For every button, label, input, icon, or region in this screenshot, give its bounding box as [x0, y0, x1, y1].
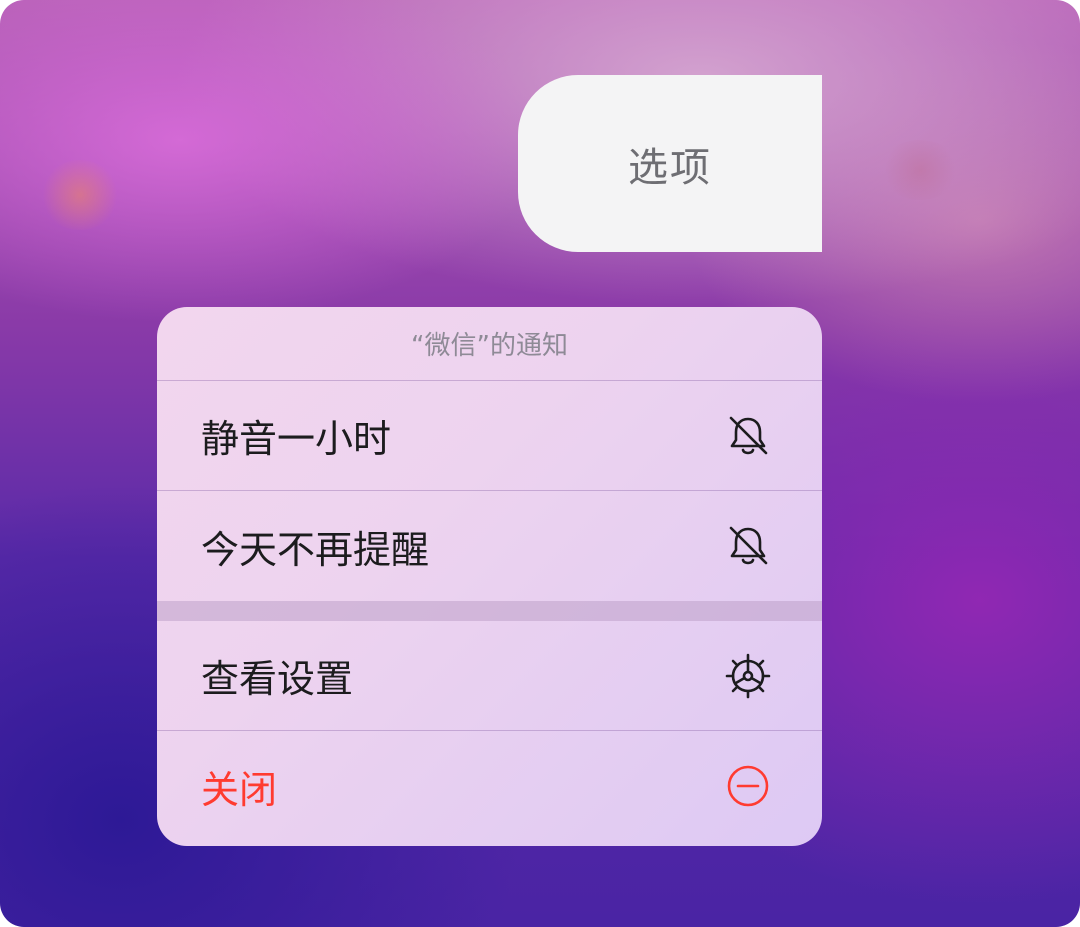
wallpaper-background: 选项 “微信”的通知 静音一小时 今天不再提醒 查看设置 关闭	[0, 0, 1080, 927]
menu-item-label: 关闭	[201, 767, 278, 812]
gear-icon	[724, 652, 772, 700]
notification-context-menu: “微信”的通知 静音一小时 今天不再提醒 查看设置 关闭	[157, 307, 822, 846]
menu-item-label: 静音一小时	[201, 417, 392, 461]
blurred-app-icon	[40, 160, 120, 230]
view-settings-item[interactable]: 查看设置	[157, 621, 822, 731]
bell-slash-icon	[724, 522, 772, 570]
bell-slash-icon	[724, 412, 772, 460]
minus-circle-icon	[724, 762, 772, 810]
menu-item-label: 查看设置	[201, 657, 354, 701]
options-button[interactable]: 选项	[518, 75, 822, 252]
dont-remind-today-item[interactable]: 今天不再提醒	[157, 491, 822, 601]
menu-header: “微信”的通知	[157, 307, 822, 381]
options-button-label: 选项	[628, 144, 712, 191]
blurred-app-icon	[880, 140, 960, 200]
menu-item-label: 今天不再提醒	[201, 527, 430, 572]
close-item[interactable]: 关闭	[157, 731, 822, 841]
menu-section-separator	[157, 601, 822, 621]
mute-one-hour-item[interactable]: 静音一小时	[157, 381, 822, 491]
